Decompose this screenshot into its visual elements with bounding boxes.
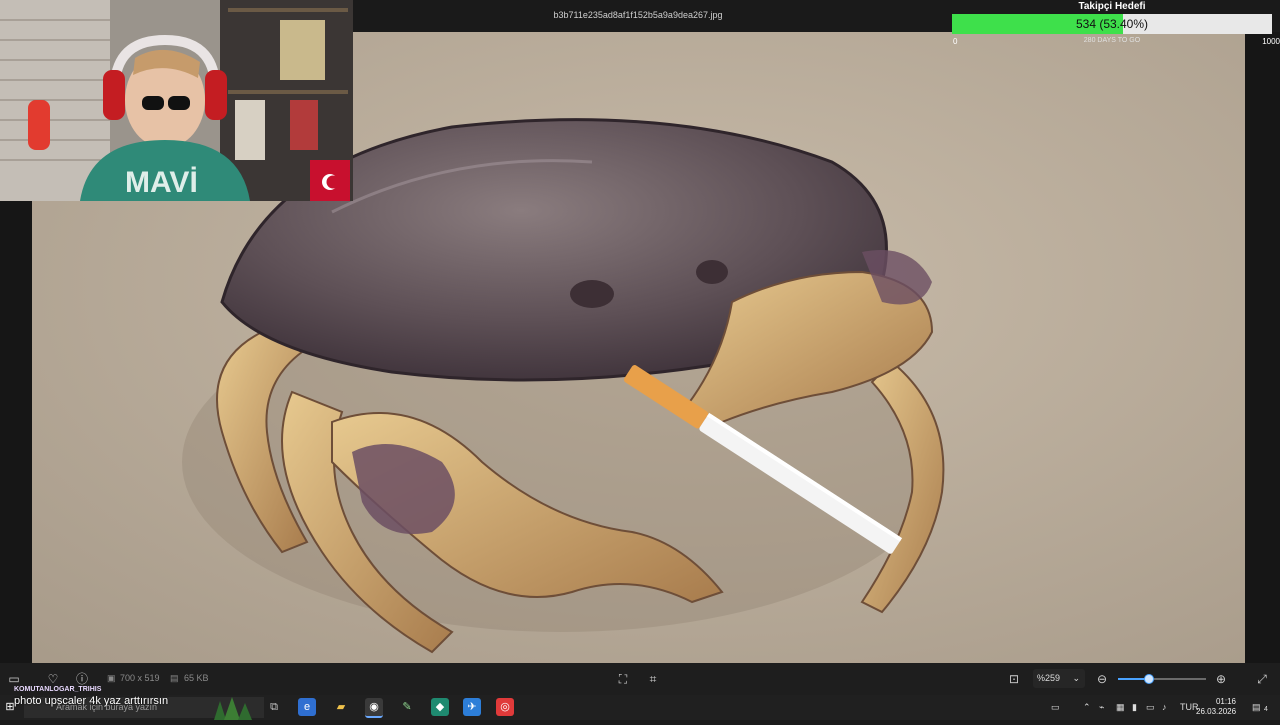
tray-mic-icon[interactable]: ▮ — [1132, 702, 1137, 713]
file-explorer-icon[interactable]: ▰ — [332, 698, 350, 716]
expand-icon[interactable]: ⤢ — [1254, 671, 1270, 687]
chrome-icon[interactable]: ◉ — [365, 698, 383, 718]
notification-icon[interactable]: ▤ — [1252, 702, 1261, 713]
edge-icon[interactable]: e — [298, 698, 316, 716]
streamer-webcam: MAVİ — [0, 0, 353, 201]
actual-size-icon[interactable]: ⊡ — [1006, 671, 1022, 687]
image-filesize: 65 KB — [184, 673, 209, 683]
chat-trees-decoration — [208, 697, 256, 720]
goal-title: Takipçi Hedefi — [1078, 1, 1146, 12]
taskbar-clock[interactable]: 01:16 26.03.2026 — [1196, 697, 1236, 717]
zoom-out-icon[interactable]: ⊖ — [1094, 671, 1110, 687]
webcam-overlay: MAVİ — [0, 0, 353, 201]
chevron-down-icon: ⌄ — [1072, 673, 1080, 683]
chat-message: photo upscaler 4k yaz arttırırsın — [14, 695, 169, 707]
info-icon[interactable]: ⓘ — [74, 671, 90, 687]
tray-display-icon[interactable]: ▭ — [1146, 702, 1155, 713]
task-view-icon[interactable]: ⧉ — [265, 698, 283, 716]
tray-window-icon[interactable]: ▭ — [1051, 702, 1060, 713]
viewer-toolbar: ▭ ♡ ⓘ ▣ 700 x 519 ▤ 65 KB ⛶ ⌗ ⊡ %259 ⌄ ⊖… — [0, 663, 1280, 695]
fit-screen-icon[interactable]: ⛶ — [615, 671, 631, 687]
tray-app-icon[interactable]: ▦ — [1116, 702, 1125, 713]
chat-username: KOMUTANLOGAR_TRIHIS — [14, 686, 102, 693]
image-dimensions: 700 x 519 — [120, 673, 160, 683]
tray-chevron-up-icon[interactable]: ⌃ — [1083, 702, 1091, 713]
notification-count: 4 — [1264, 706, 1268, 713]
goal-count: 534 (53.40%) — [1075, 17, 1149, 31]
zoom-slider[interactable] — [1118, 674, 1206, 684]
goal-days-remaining: 280 DAYS TO GO — [1083, 37, 1141, 44]
zoom-level: %259 — [1037, 673, 1061, 683]
follower-goal-widget: Takipçi Hedefi 534 (53.40%) 0 280 DAYS T… — [952, 0, 1280, 48]
taskbar-time: 01:16 — [1215, 697, 1236, 706]
zoom-in-icon[interactable]: ⊕ — [1213, 671, 1229, 687]
app-icon-green[interactable]: ◆ — [431, 698, 449, 716]
goal-max: 1000 — [1262, 37, 1280, 46]
tray-volume-icon[interactable]: ♪ — [1162, 702, 1167, 712]
crop-icon[interactable]: ⌗ — [645, 671, 661, 687]
dimension-icon: ▣ — [107, 673, 116, 683]
tray-network-icon[interactable]: ⌁ — [1099, 702, 1104, 713]
viewer-margin-right — [1245, 32, 1280, 663]
svg-text:MAVİ: MAVİ — [125, 166, 198, 199]
heart-icon[interactable]: ♡ — [45, 671, 61, 687]
taskbar: ⊞ Aramak için buraya yazın ⧉ e ▰ ◉ ✎ ◆ ✈… — [0, 695, 1280, 720]
zoom-slider-thumb[interactable] — [1143, 674, 1154, 684]
display-icon[interactable]: ▭ — [6, 671, 22, 687]
app-icon[interactable]: ✎ — [398, 698, 416, 716]
taskbar-date: 26.03.2026 — [1196, 707, 1237, 716]
app-icon-blue[interactable]: ✈ — [463, 698, 481, 716]
app-icon-red[interactable]: ◎ — [496, 698, 514, 716]
filesize-icon: ▤ — [170, 673, 179, 683]
zoom-level-select[interactable]: %259 ⌄ — [1033, 669, 1085, 688]
